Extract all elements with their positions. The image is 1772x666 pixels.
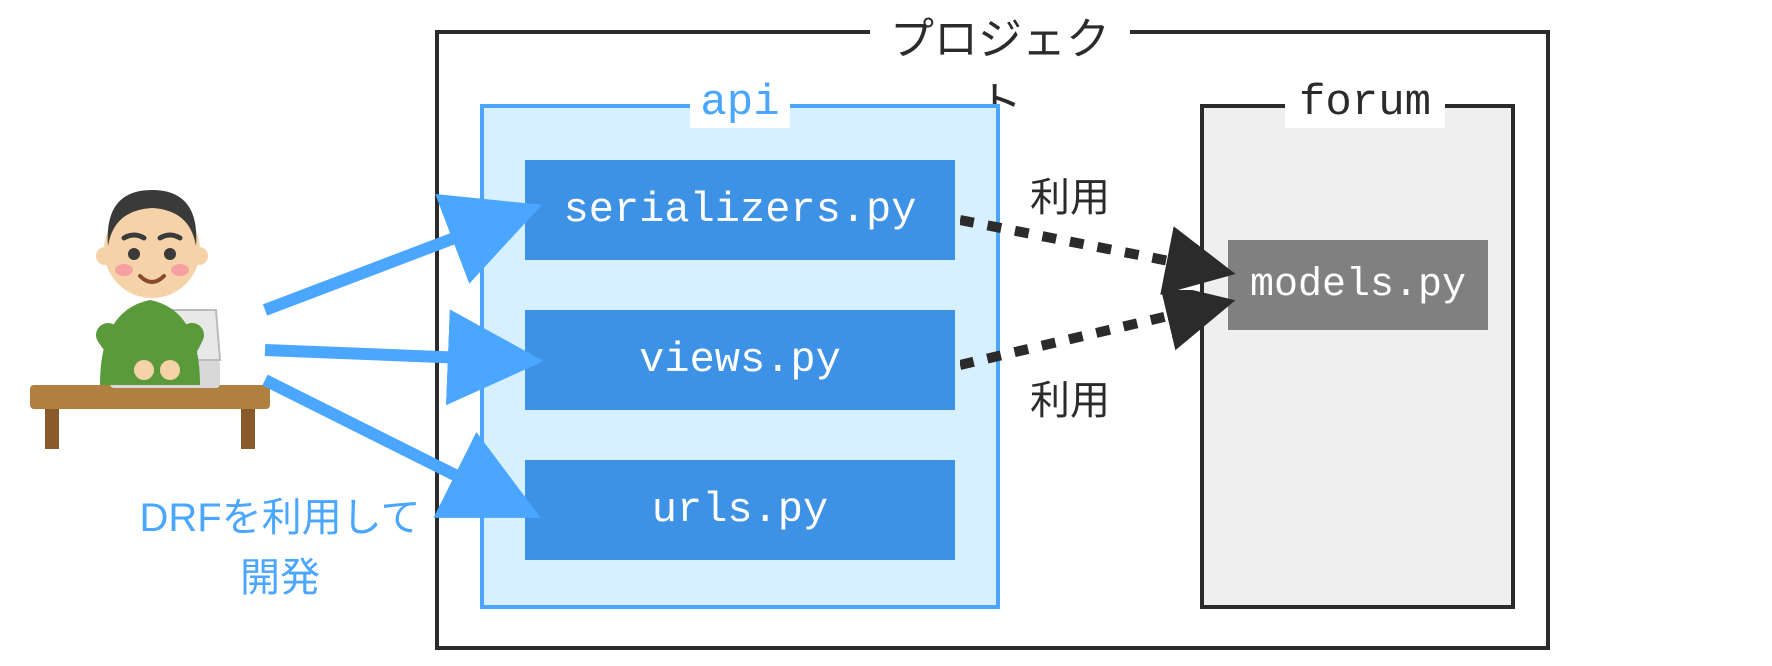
developer-illustration	[20, 160, 280, 450]
drf-caption: DRFを利用して 開発	[130, 488, 430, 608]
api-file-views: views.py	[525, 310, 955, 410]
api-box-label: api	[690, 78, 790, 128]
forum-file-models: models.py	[1228, 240, 1488, 330]
arrow-dev-to-serializers	[265, 160, 535, 325]
drf-caption-line1: DRFを利用して	[139, 496, 420, 540]
usage-label-top: 利用	[1030, 165, 1110, 223]
api-file-urls: urls.py	[525, 460, 955, 560]
api-file-serializers: serializers.py	[525, 160, 955, 260]
forum-app-box	[1200, 104, 1515, 609]
drf-caption-line2: 開発	[240, 556, 320, 600]
usage-label-bottom: 利用	[1030, 368, 1110, 426]
forum-box-label: forum	[1285, 78, 1445, 128]
